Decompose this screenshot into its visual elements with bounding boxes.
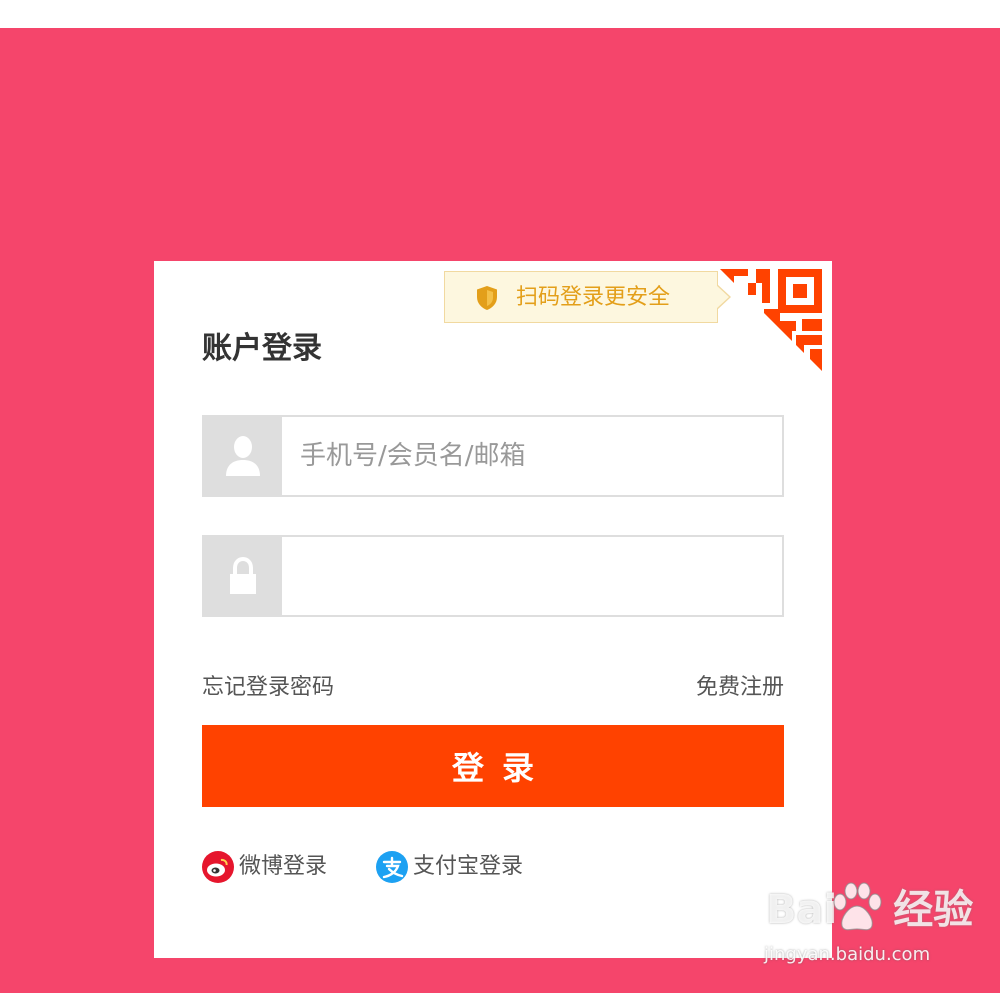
login-button[interactable]: 登录 [202,725,784,807]
register-link[interactable]: 免费注册 [696,673,784,703]
user-icon-box [204,417,282,495]
weibo-login-label: 微博登录 [239,854,328,879]
alipay-icon [376,851,408,883]
login-title: 账户登录 [202,331,322,366]
shield-icon [477,286,497,310]
qr-tip-text: 扫码登录更安全 [516,285,671,310]
user-icon [226,436,260,476]
alipay-login-link[interactable]: 支付宝登录 [376,851,523,883]
weibo-icon [202,851,234,883]
password-input[interactable] [282,537,782,615]
username-field [202,415,784,497]
forgot-password-link[interactable]: 忘记登录密码 [202,673,334,703]
lock-icon [230,556,256,594]
qr-login-tip: 扫码登录更安全 [444,271,731,323]
qr-code-switch-icon[interactable] [720,269,822,371]
password-field [202,535,784,617]
weibo-login-link[interactable]: 微博登录 [202,851,327,883]
lock-icon-box [204,537,282,615]
username-input[interactable] [282,417,782,495]
login-card: 扫码登录更安全 账户登录 手机号/会员名/邮箱 忘记登录密码 免费注册 登录 微… [154,261,832,958]
page: 扫码登录更安全 账户登录 手机号/会员名/邮箱 忘记登录密码 免费注册 登录 微… [0,0,1000,993]
alipay-login-label: 支付宝登录 [413,854,524,879]
